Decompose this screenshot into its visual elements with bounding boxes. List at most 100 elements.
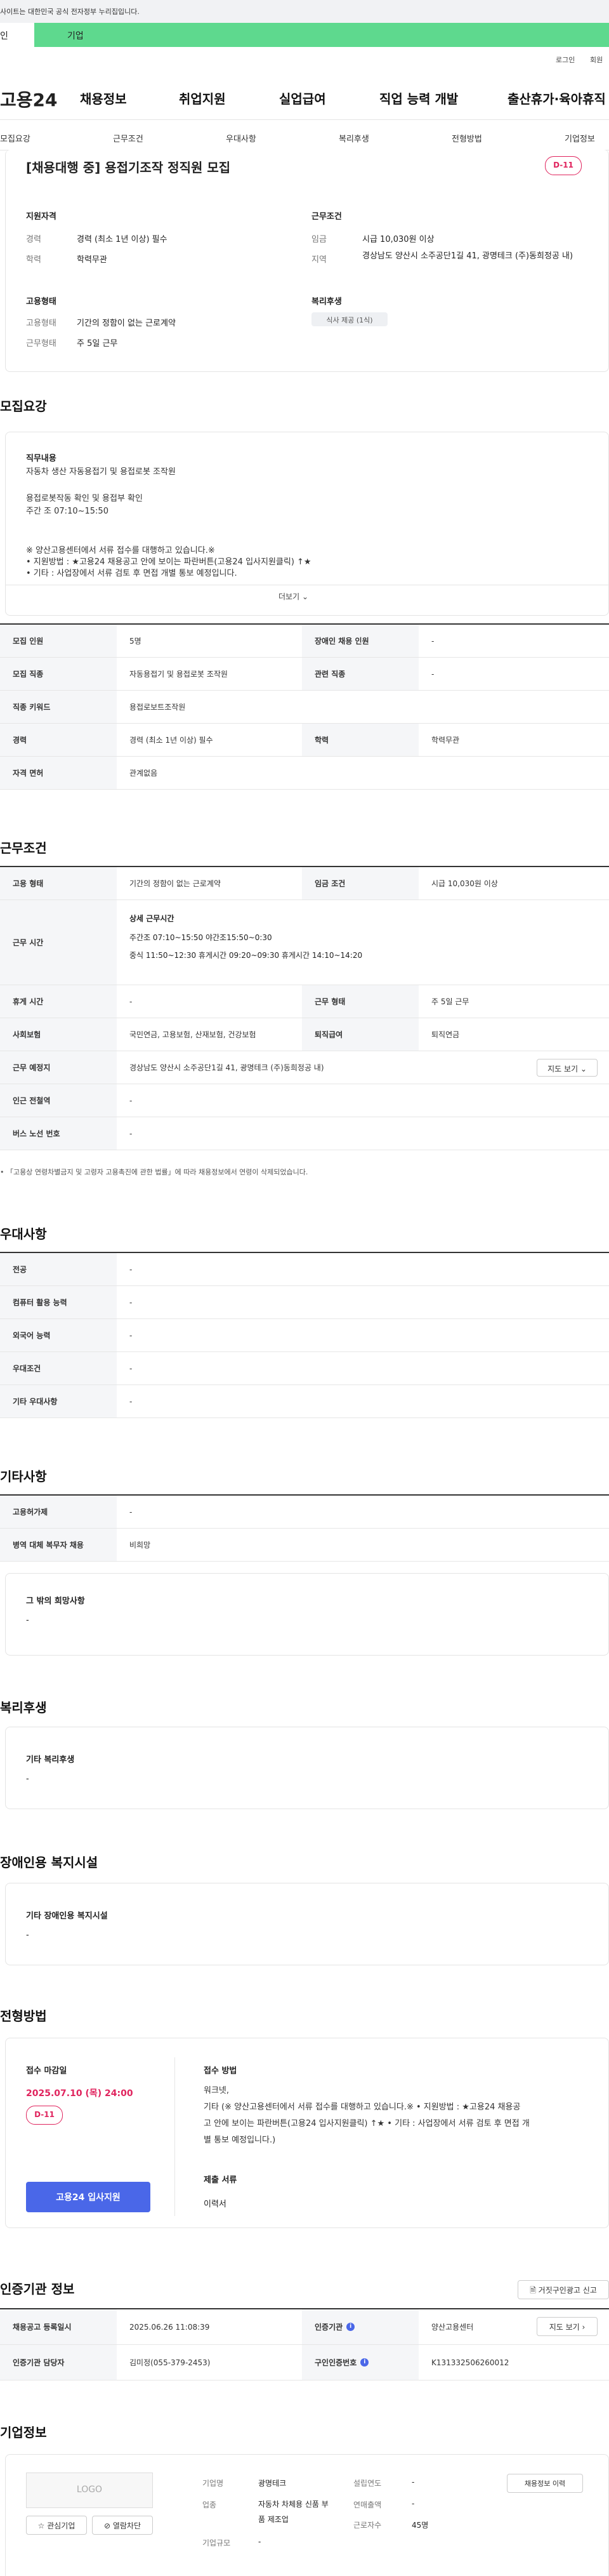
more-button[interactable]: 더보기 ⌄ [278, 591, 308, 602]
table-header: 채용공고 등록일시 [0, 2309, 117, 2344]
company-logo: LOGO [26, 2473, 153, 2508]
tab-corporate[interactable]: 기업 [67, 29, 84, 42]
table-cell: 시급 10,030원 이상 [431, 879, 498, 888]
table-row: 자격 면허 관계없음 [0, 757, 609, 790]
company-card: LOGO ☆ 관심기업 ⊘ 열람차단 기업명 광명테크 업종 자동차 차체용 신… [5, 2454, 609, 2576]
table-cell: - [129, 1507, 133, 1517]
industry-label: 업종 [202, 2500, 217, 2509]
disability-card: 기타 장애인용 복지시설 - [5, 1883, 609, 1965]
wage-label: 임금 [311, 235, 327, 244]
sales-value: - [412, 2499, 415, 2508]
age-footnote-text: 「고용상 연령차별금지 및 고령자 고용촉진에 관한 법률」에 따라 채용정보에… [6, 1168, 308, 1176]
star-icon: ☆ [37, 2521, 48, 2530]
more-label: 더보기 [278, 592, 300, 601]
table-header: 장애인 채용 인원 [302, 625, 419, 657]
table-cell: - [129, 1364, 133, 1373]
bullet: • [0, 1168, 6, 1176]
map-button-label: 지도 보기 [547, 1065, 579, 1073]
table-cell: - [129, 1265, 133, 1274]
gnb-parental-leave[interactable]: 출산휴가·육아휴직 [508, 89, 606, 107]
table-cell: 5명 [129, 637, 141, 646]
apply-button[interactable]: 고용24 입사지원 [26, 2182, 150, 2212]
company-heading: 기업정보 [0, 2425, 47, 2440]
join-link[interactable]: 회원 [590, 55, 603, 65]
table-header: 사회보험 [0, 1018, 117, 1051]
region-label: 지역 [311, 255, 327, 265]
table-row: 병역 대체 복무자 채용 비희망 [0, 1529, 609, 1562]
table-cell: 김미정(055-379-2453) [129, 2358, 211, 2367]
work-time-title: 상세 근무시간 [129, 914, 174, 923]
table-cell: 퇴직연금 [431, 1030, 460, 1039]
etc-wish-title: 그 밖의 희망사항 [26, 1597, 85, 1606]
agency-map-button[interactable]: 지도 보기 › [537, 2317, 598, 2336]
gnb-job-info[interactable]: 채용정보 [80, 89, 127, 107]
subnav-condition[interactable]: 근무조건 [113, 132, 143, 144]
table-header: 근무 형태 [302, 985, 419, 1018]
tab-individual[interactable]: 인 [0, 23, 34, 47]
site-logo[interactable]: 고용24 [0, 86, 58, 112]
type-value: 기간의 정함이 없는 근로계약 [77, 319, 176, 328]
table-cell: 경력 (최소 1년 이상) 필수 [129, 736, 213, 745]
duty-line: 자동차 생산 자동용접기 및 용접로봇 조작원 [26, 467, 176, 477]
type-label: 고용형태 [26, 319, 56, 328]
process-card: 접수 마감일 2025.07.10 (목) 24:00 D-11 고용24 입사… [5, 2038, 609, 2228]
table-row: 사회보험 국민연금, 고용보험, 산재보험, 건강보험 퇴직급여 퇴직연금 [0, 1018, 609, 1051]
duty-card: 직무내용 자동차 생산 자동용접기 및 용접로봇 조작원 용접로봇작동 확인 및… [5, 432, 609, 616]
favorite-company-button[interactable]: ☆ 관심기업 [26, 2516, 87, 2535]
method-title: 접수 방법 [204, 2066, 237, 2076]
subnav-prefer[interactable]: 우대사항 [226, 132, 256, 144]
info-icon[interactable]: i [360, 2358, 369, 2367]
subnav-recruit[interactable]: 모집요강 [0, 132, 30, 144]
table-header: 경력 [0, 724, 117, 756]
table-row: 채용공고 등록일시 2025.06.26 11:08:39 인증기관 i 양산고용… [0, 2309, 609, 2345]
subnav-process[interactable]: 전형방법 [452, 132, 482, 144]
company-name-label: 기업명 [202, 2479, 224, 2488]
report-button[interactable]: 🗎 거짓구인광고 신고 [518, 2280, 609, 2299]
form-value: 주 5일 근무 [77, 339, 118, 349]
table-header: 모집 직종 [0, 658, 117, 690]
table-header: 전공 [0, 1253, 117, 1285]
gnb-employment-support[interactable]: 취업지원 [179, 89, 226, 107]
login-link[interactable]: 로그인 [556, 55, 575, 65]
chevron-right-icon: › [582, 2323, 586, 2332]
condition-table: 고용 형태 기간의 정함이 없는 근로계약 임금 조건 시급 10,030원 이… [0, 866, 609, 1150]
agency-heading: 인증기관 정보 [0, 2281, 75, 2297]
table-cell: - [129, 1096, 133, 1105]
sales-label: 연매출액 [353, 2500, 382, 2509]
table-header: 자격 면허 [0, 757, 117, 789]
welfare-title: 복리후생 [311, 297, 342, 307]
table-row: 휴게 시간 - 근무 형태 주 5일 근무 [0, 985, 609, 1018]
job-title: [채용대행 중] 용접기조작 정직원 모집 [26, 160, 231, 175]
year-value: - [412, 2478, 415, 2486]
gnb-vocational-training[interactable]: 직업 능력 개발 [379, 89, 458, 107]
subnav-welfare[interactable]: 복리후생 [339, 132, 369, 144]
table-cell: 주 5일 근무 [431, 997, 469, 1006]
block-icon: ⊘ [103, 2521, 113, 2530]
table-row: 경력 경력 (최소 1년 이상) 필수 학력 학력무관 [0, 724, 609, 757]
workers-label: 근로자수 [353, 2521, 382, 2530]
welfare-card-title: 기타 복리후생 [26, 1755, 75, 1765]
block-label: 열람차단 [112, 2521, 141, 2530]
table-row: 인근 전철역 - [0, 1084, 609, 1117]
table-header: 우대조건 [0, 1352, 117, 1384]
cert-no-label: 구인인증번호 [315, 2358, 357, 2367]
table-cell: 자동용접기 및 용접로봇 조작원 [129, 670, 228, 679]
subnav-company[interactable]: 기업정보 [565, 132, 595, 144]
career-value: 경력 (최소 1년 이상) 필수 [77, 235, 167, 244]
block-company-button[interactable]: ⊘ 열람차단 [92, 2516, 153, 2535]
table-header: 고용허가제 [0, 1496, 117, 1528]
dday-badge: D-11 [26, 2106, 63, 2125]
info-icon[interactable]: i [346, 2323, 355, 2331]
gnb-unemployment-benefit[interactable]: 실업급여 [279, 89, 326, 107]
table-header: 근무 시간 [0, 900, 117, 985]
table-cell: - [431, 669, 435, 679]
table-row: 고용 형태 기간의 정함이 없는 근로계약 임금 조건 시급 10,030원 이… [0, 867, 609, 900]
welfare-card-value: - [26, 1774, 29, 1784]
table-cell: - [129, 997, 133, 1006]
region-value: 경상남도 양산시 소주공단1길 41, 광명테크 (주)동희정공 내) [362, 251, 573, 261]
recruit-history-button[interactable]: 채용정보 이력 [507, 2474, 583, 2493]
map-button[interactable]: 지도 보기 ⌄ [537, 1059, 598, 1077]
welfare-card: 기타 복리후생 - [5, 1727, 609, 1809]
table-cell: - [431, 636, 435, 646]
table-header: 기타 우대사항 [0, 1385, 117, 1417]
